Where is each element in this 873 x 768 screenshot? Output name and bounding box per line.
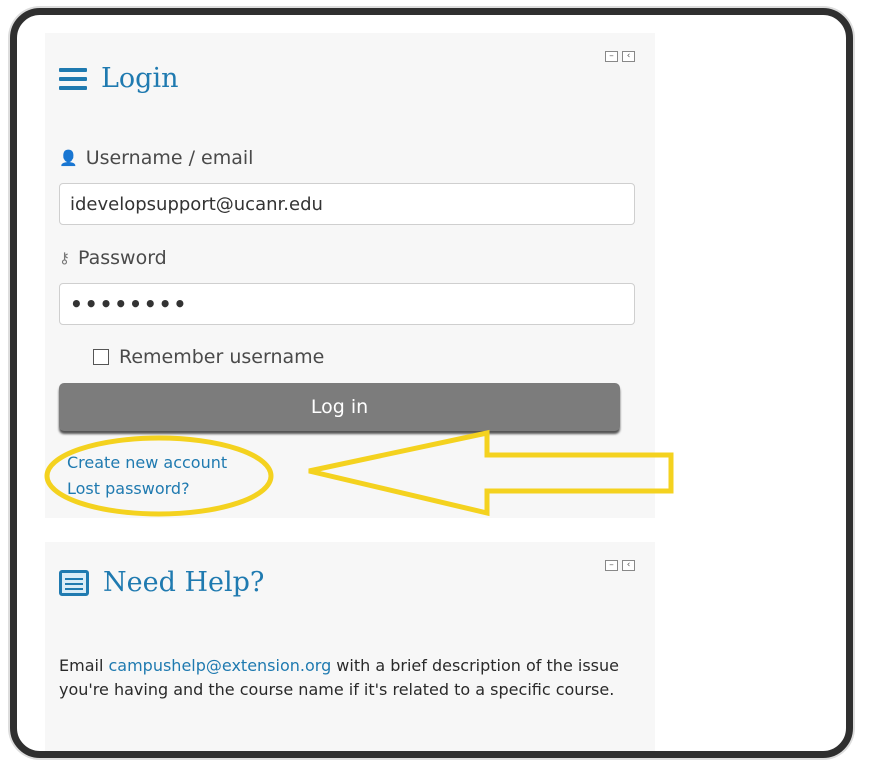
help-text-prefix: Email xyxy=(59,656,109,675)
username-label-text: Username / email xyxy=(85,147,254,169)
collapse-icon[interactable]: – xyxy=(605,51,618,62)
login-title: Login xyxy=(101,63,179,94)
collapse-icon[interactable]: – xyxy=(605,560,618,571)
hamburger-icon xyxy=(59,67,87,90)
login-block: – ‹ Login 👤 Username / email ⚷ Password … xyxy=(45,33,655,518)
help-title: Need Help? xyxy=(103,567,265,598)
password-label: ⚷ Password xyxy=(59,247,167,269)
password-label-text: Password xyxy=(78,247,167,269)
key-icon: ⚷ xyxy=(59,249,70,267)
login-title-row: Login xyxy=(59,63,179,94)
username-input[interactable] xyxy=(59,183,635,225)
help-email-link[interactable]: campushelp@extension.org xyxy=(108,656,331,675)
lost-password-link[interactable]: Lost password? xyxy=(67,479,190,498)
login-button[interactable]: Log in xyxy=(59,383,620,431)
help-title-row: Need Help? xyxy=(59,567,264,598)
block-controls: – ‹ xyxy=(605,51,635,62)
dock-icon[interactable]: ‹ xyxy=(622,51,635,62)
remember-checkbox[interactable] xyxy=(93,349,109,365)
help-block: – ‹ Need Help? Email campushelp@extensio… xyxy=(45,542,655,751)
help-text: Email campushelp@extension.org with a br… xyxy=(59,654,639,702)
create-account-link[interactable]: Create new account xyxy=(67,453,227,472)
remember-username[interactable]: Remember username xyxy=(93,346,324,368)
screenshot-frame: – ‹ Login 👤 Username / email ⚷ Password … xyxy=(10,8,853,758)
help-block-controls: – ‹ xyxy=(605,560,635,571)
password-input[interactable]: •••••••• xyxy=(59,283,635,325)
remember-label: Remember username xyxy=(119,346,325,368)
dock-icon[interactable]: ‹ xyxy=(622,560,635,571)
list-icon xyxy=(59,569,89,596)
username-label: 👤 Username / email xyxy=(59,147,253,169)
user-icon: 👤 xyxy=(59,149,78,167)
